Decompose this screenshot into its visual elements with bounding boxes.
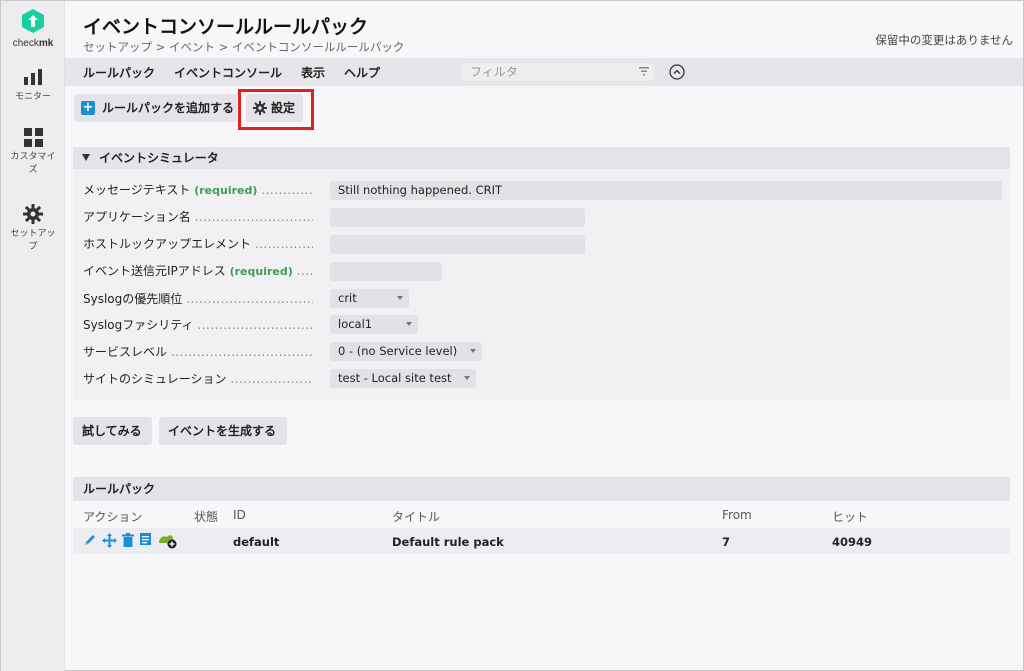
page-title: イベントコンソールルールパック	[83, 16, 369, 38]
add-rulepack-label: ルールパックを追加する	[102, 101, 235, 115]
label-site-simulation: サイトのシミュレーション ......................	[83, 372, 313, 386]
column-header-actions: アクション	[83, 510, 143, 524]
checkmk-logo-icon[interactable]	[20, 8, 46, 34]
bar-chart-icon	[24, 69, 42, 85]
cell-hits: 40949	[832, 535, 873, 549]
service-level-select[interactable]: 0 - (no Service level)	[330, 342, 482, 361]
sidebar-item-label: モニター	[14, 92, 51, 102]
dropdown-arrow-icon	[470, 349, 476, 353]
logo-text: checkmk	[12, 38, 54, 49]
label-syslog-facility: Syslogファシリティ ...........................…	[83, 318, 313, 332]
menu-display[interactable]: 表示	[301, 64, 325, 81]
label-service-level: サービスレベル ................................…	[83, 345, 313, 359]
menu-event-console[interactable]: イベントコンソール	[174, 64, 282, 81]
sidebar: checkmk モニター カスタマイズ セットアップ	[1, 1, 65, 671]
menu-help[interactable]: ヘルプ	[344, 64, 380, 81]
message-text-input[interactable]: Still nothing happened. CRIT	[330, 181, 1002, 200]
application-name-input[interactable]	[330, 208, 585, 227]
generate-event-button[interactable]: イベントを生成する	[159, 417, 287, 445]
triangle-down-icon	[82, 154, 90, 161]
move-icon[interactable]	[102, 533, 117, 548]
site-simulation-value: test - Local site test	[338, 371, 452, 385]
site-simulation-select[interactable]: test - Local site test	[330, 369, 476, 388]
plus-icon: +	[81, 100, 95, 115]
menu-rulepacks[interactable]: ルールパック	[83, 64, 155, 81]
gear-icon	[23, 204, 43, 224]
column-header-hits[interactable]: ヒット	[832, 508, 868, 525]
rules-icon[interactable]	[140, 533, 153, 547]
cell-from: 7	[722, 535, 731, 549]
pending-changes-status[interactable]: 保留中の変更はありません	[875, 32, 1013, 48]
sidebar-item-label: カスタマイズ	[10, 152, 56, 175]
label-message-text: メッセージテキスト (required) ...............	[83, 183, 313, 197]
column-header-id[interactable]: ID	[233, 508, 246, 522]
add-rulepack-button[interactable]: + ルールパックを追加する	[74, 94, 237, 122]
column-header-from[interactable]: From	[722, 508, 752, 522]
dropdown-arrow-icon	[406, 322, 412, 326]
breadcrumb[interactable]: セットアップ > イベント > イベントコンソールルールパック	[83, 39, 404, 55]
delete-icon[interactable]	[122, 533, 134, 547]
cell-id: default	[233, 535, 280, 549]
event-simulator-title: イベントシミュレータ	[99, 151, 219, 165]
highlight-box	[238, 89, 314, 130]
source-ip-input[interactable]	[330, 262, 442, 281]
rulepacks-header: ルールパック	[73, 477, 1010, 501]
sidebar-item-setup[interactable]: セットアップ	[1, 204, 65, 254]
sidebar-item-label: セットアップ	[10, 229, 56, 252]
filter-icon[interactable]	[639, 67, 649, 76]
column-header-title[interactable]: タイトル	[392, 508, 440, 525]
try-button[interactable]: 試してみる	[73, 417, 152, 445]
dropdown-arrow-icon	[397, 296, 403, 300]
sidebar-item-customize[interactable]: カスタマイズ	[1, 128, 65, 177]
syslog-priority-value: crit	[338, 291, 357, 305]
label-application-name: アプリケーション名 ..............................…	[83, 210, 313, 224]
syslog-facility-value: local1	[338, 317, 373, 331]
syslog-facility-select[interactable]: local1	[330, 315, 418, 334]
sidebar-item-monitor[interactable]: モニター	[1, 69, 65, 104]
cell-title: Default rule pack	[392, 535, 504, 549]
add-rule-icon[interactable]	[158, 533, 178, 549]
grid-icon	[23, 128, 43, 147]
syslog-priority-select[interactable]: crit	[330, 289, 409, 308]
menubar: ルールパック イベントコンソール 表示 ヘルプ フィルタ	[65, 58, 1023, 86]
label-host-lookup: ホストルックアップエレメント ..............	[83, 237, 313, 251]
column-header-state: 状態	[194, 510, 219, 524]
dropdown-arrow-icon	[464, 376, 470, 380]
service-level-value: 0 - (no Service level)	[338, 344, 458, 358]
label-source-ip: イベント送信元IPアドレス (required) .....	[83, 264, 313, 278]
edit-icon[interactable]	[83, 533, 97, 547]
filter-input[interactable]: フィルタ	[462, 63, 654, 81]
host-lookup-input[interactable]	[330, 235, 585, 254]
label-syslog-priority: Syslogの優先順位 ............................…	[83, 292, 313, 306]
event-simulator-header[interactable]: イベントシミュレータ	[73, 147, 1010, 169]
collapse-menu-icon[interactable]	[669, 64, 685, 80]
